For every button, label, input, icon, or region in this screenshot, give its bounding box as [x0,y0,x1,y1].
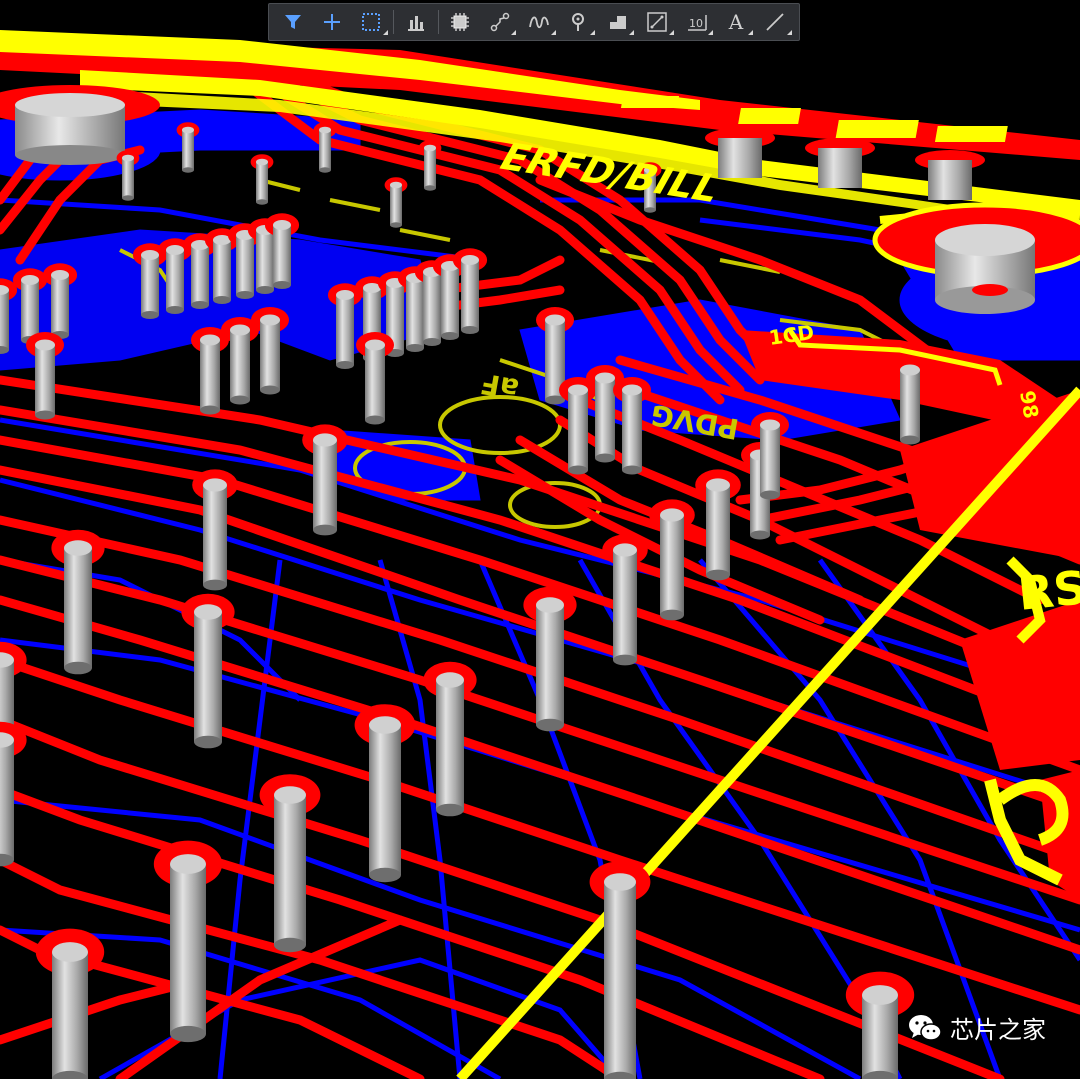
line-icon [766,13,784,31]
designator-tool-button[interactable]: 10 [677,6,716,38]
bar-chart-icon [407,16,424,31]
text-icon: A [728,10,744,34]
polygon-icon [609,16,626,29]
interactive-route-button[interactable] [519,6,558,38]
chart-tool-button[interactable] [396,6,435,38]
select-area-button[interactable] [352,6,391,38]
polygon-pour-button[interactable] [598,6,637,38]
silk-label-98: 98 [1015,389,1043,421]
watermark: 芯片之家 [908,1010,1046,1045]
filter-icon [284,15,301,29]
route-track-button[interactable] [480,6,519,38]
dimension-tool-button[interactable] [637,6,676,38]
via-icon [572,13,585,31]
toolbar-separator [393,10,395,34]
select-rect-icon [362,13,381,31]
silk-label-rs: RS [1016,560,1080,621]
silk-label-af: aF [478,367,521,406]
dimension-icon [647,12,667,32]
via-tool-button[interactable] [559,6,598,38]
cross-probe-button[interactable] [312,6,351,38]
designator-icon: 10 [687,15,707,31]
toolbar-separator [437,10,439,34]
line-tool-button[interactable] [756,6,795,38]
route-icon [490,12,509,32]
place-component-button[interactable] [441,6,480,38]
chip-icon [451,13,470,31]
pcb-toolbar: 10 A [268,3,800,41]
multi-route-icon [529,16,549,29]
crosshair-icon [324,14,341,30]
wechat-icon [909,1014,942,1041]
watermark-label: 芯片之家 [950,1016,1046,1044]
silk-label-r: R [980,758,1065,886]
pcb-3d-view[interactable]: 1CD ERFD/BILL RS R 98 PDVG aF [0,0,1080,1079]
filter-tool-button[interactable] [273,6,312,38]
text-tool-button[interactable]: A [716,6,755,38]
svg-text:10: 10 [689,17,703,30]
